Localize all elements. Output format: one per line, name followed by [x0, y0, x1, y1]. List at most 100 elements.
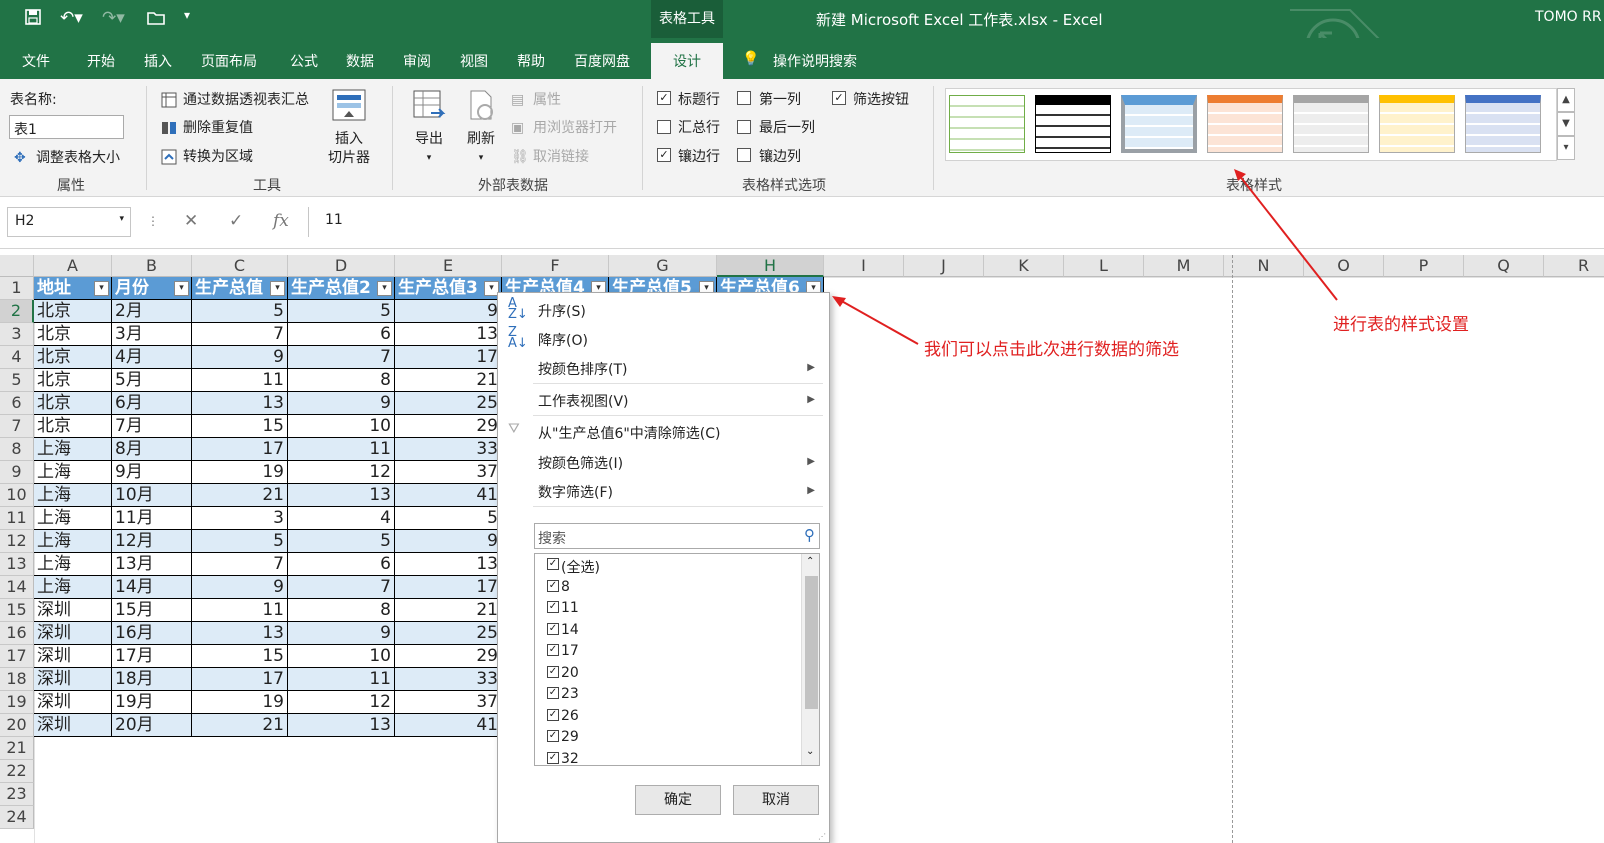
column-header[interactable]: R	[1544, 255, 1604, 277]
filter-value-item[interactable]: ✓ (全选)	[547, 557, 600, 577]
table-cell[interactable]: 17	[192, 668, 288, 691]
filter-button-checkbox[interactable]: ✓	[832, 91, 846, 105]
table-cell[interactable]: 9	[395, 300, 502, 323]
table-cell[interactable]: 上海	[34, 576, 112, 599]
clear-filter-item[interactable]: 从"生产总值6"中清除筛选(C)	[538, 423, 721, 443]
insert-slicer-button[interactable]: 插入 切片器	[325, 88, 373, 168]
table-cell[interactable]: 北京	[34, 392, 112, 415]
filter-value-checkbox[interactable]: ✓	[547, 751, 559, 764]
tell-me-search[interactable]: 操作说明搜索	[773, 51, 857, 71]
table-style-black[interactable]	[1035, 95, 1111, 153]
table-cell[interactable]: 上海	[34, 553, 112, 576]
table-header-cell[interactable]: 生产总值2 ▾	[288, 277, 395, 300]
unlink-button[interactable]: ⛓ 取消链接	[511, 146, 589, 166]
table-cell[interactable]: 14月	[112, 576, 192, 599]
last-column-checkbox[interactable]	[737, 120, 751, 134]
table-cell[interactable]: 16月	[112, 622, 192, 645]
tab-file[interactable]: 文件	[22, 51, 50, 71]
filter-value-item[interactable]: ✓ 17	[547, 643, 579, 659]
table-cell[interactable]: 9	[395, 530, 502, 553]
table-cell[interactable]: 5	[288, 530, 395, 553]
filter-value-checkbox[interactable]: ✓	[547, 601, 559, 613]
table-cell[interactable]: 7	[192, 553, 288, 576]
table-cell[interactable]: 21	[192, 714, 288, 737]
convert-range-button[interactable]: 转换为区域	[161, 146, 253, 166]
table-cell[interactable]: 13	[288, 714, 395, 737]
table-cell[interactable]: 北京	[34, 369, 112, 392]
table-cell[interactable]: 深圳	[34, 599, 112, 622]
sort-by-color-item[interactable]: 按颜色排序(T)	[538, 359, 627, 379]
filter-dropdown-icon[interactable]: ▾	[270, 281, 285, 296]
table-cell[interactable]: 9	[192, 346, 288, 369]
resize-grip-icon[interactable]: ⋰	[818, 832, 826, 841]
table-cell[interactable]: 11	[192, 599, 288, 622]
table-cell[interactable]: 7月	[112, 415, 192, 438]
tab-review[interactable]: 审阅	[403, 51, 431, 71]
table-cell[interactable]: 12	[288, 461, 395, 484]
table-cell[interactable]: 7	[288, 576, 395, 599]
column-header[interactable]: K	[984, 255, 1064, 277]
gallery-scroll-up[interactable]: ▲	[1557, 88, 1575, 112]
row-header[interactable]: 9	[0, 461, 34, 484]
scroll-up-icon[interactable]: ⌃	[806, 556, 814, 567]
column-header[interactable]: Q	[1464, 255, 1544, 277]
table-cell[interactable]: 29	[395, 645, 502, 668]
table-cell[interactable]: 8	[288, 369, 395, 392]
tab-baidu-netdisk[interactable]: 百度网盘	[574, 51, 630, 71]
table-cell[interactable]: 6月	[112, 392, 192, 415]
table-cell[interactable]: 17	[395, 346, 502, 369]
tab-home[interactable]: 开始	[87, 51, 115, 71]
table-name-input[interactable]: 表1	[9, 115, 124, 139]
header-row-checkbox[interactable]: ✓	[657, 91, 671, 105]
column-header[interactable]: F	[502, 255, 609, 277]
table-cell[interactable]: 15月	[112, 599, 192, 622]
table-cell[interactable]: 10	[288, 415, 395, 438]
refresh-dropdown-icon[interactable]: ▾	[458, 149, 504, 168]
filter-value-checkbox[interactable]: ✓	[547, 644, 559, 656]
table-cell[interactable]: 深圳	[34, 691, 112, 714]
first-column-checkbox[interactable]	[737, 91, 751, 105]
table-cell[interactable]: 7	[192, 323, 288, 346]
properties-button[interactable]: ▤ 属性	[511, 89, 561, 109]
table-cell[interactable]: 5	[192, 530, 288, 553]
column-header[interactable]: D	[288, 255, 395, 277]
column-header[interactable]: J	[904, 255, 984, 277]
table-cell[interactable]: 6	[288, 323, 395, 346]
ok-button[interactable]: 确定	[635, 785, 721, 815]
table-cell[interactable]: 上海	[34, 530, 112, 553]
filter-dropdown-icon[interactable]: ▾	[377, 281, 392, 296]
list-scrollbar[interactable]: ⌃ ⌄	[801, 554, 819, 765]
column-header[interactable]: B	[112, 255, 192, 277]
row-header[interactable]: 3	[0, 323, 34, 346]
table-cell[interactable]: 5	[395, 507, 502, 530]
column-header[interactable]: G	[609, 255, 717, 277]
column-header[interactable]: N	[1224, 255, 1304, 277]
table-cell[interactable]: 9	[288, 392, 395, 415]
refresh-button[interactable]: 刷新 ▾	[458, 88, 504, 168]
table-style-dark-blue[interactable]	[1465, 95, 1541, 153]
customize-qat-icon[interactable]: ▾	[184, 8, 190, 22]
table-cell[interactable]: 41	[395, 484, 502, 507]
column-header[interactable]: L	[1064, 255, 1144, 277]
filter-value-checkbox[interactable]: ✓	[547, 622, 559, 635]
save-icon[interactable]	[24, 8, 42, 31]
filter-value-checkbox[interactable]: ✓	[547, 579, 559, 592]
table-cell[interactable]: 上海	[34, 484, 112, 507]
table-style-gray[interactable]	[1293, 95, 1369, 153]
name-box[interactable]: H2 ▾	[7, 207, 131, 237]
gallery-more[interactable]: ▾	[1557, 136, 1575, 160]
table-cell[interactable]: 9月	[112, 461, 192, 484]
row-header[interactable]: 11	[0, 507, 34, 530]
tab-view[interactable]: 视图	[460, 51, 488, 71]
resize-table-button[interactable]: ✥ 调整表格大小	[14, 147, 120, 167]
table-cell[interactable]: 17	[192, 438, 288, 461]
column-header[interactable]: I	[824, 255, 904, 277]
table-cell[interactable]: 13	[395, 553, 502, 576]
number-filters-item[interactable]: 数字筛选(F)	[538, 482, 613, 502]
table-cell[interactable]: 29	[395, 415, 502, 438]
open-in-browser-button[interactable]: ▣ 用浏览器打开	[511, 117, 617, 137]
filter-value-item[interactable]: ✓ 23	[547, 686, 579, 702]
filter-dropdown-icon[interactable]: ▾	[174, 281, 189, 296]
filter-value-item[interactable]: ✓ 26	[547, 708, 579, 724]
redo-icon[interactable]: ↷▾	[102, 8, 125, 28]
